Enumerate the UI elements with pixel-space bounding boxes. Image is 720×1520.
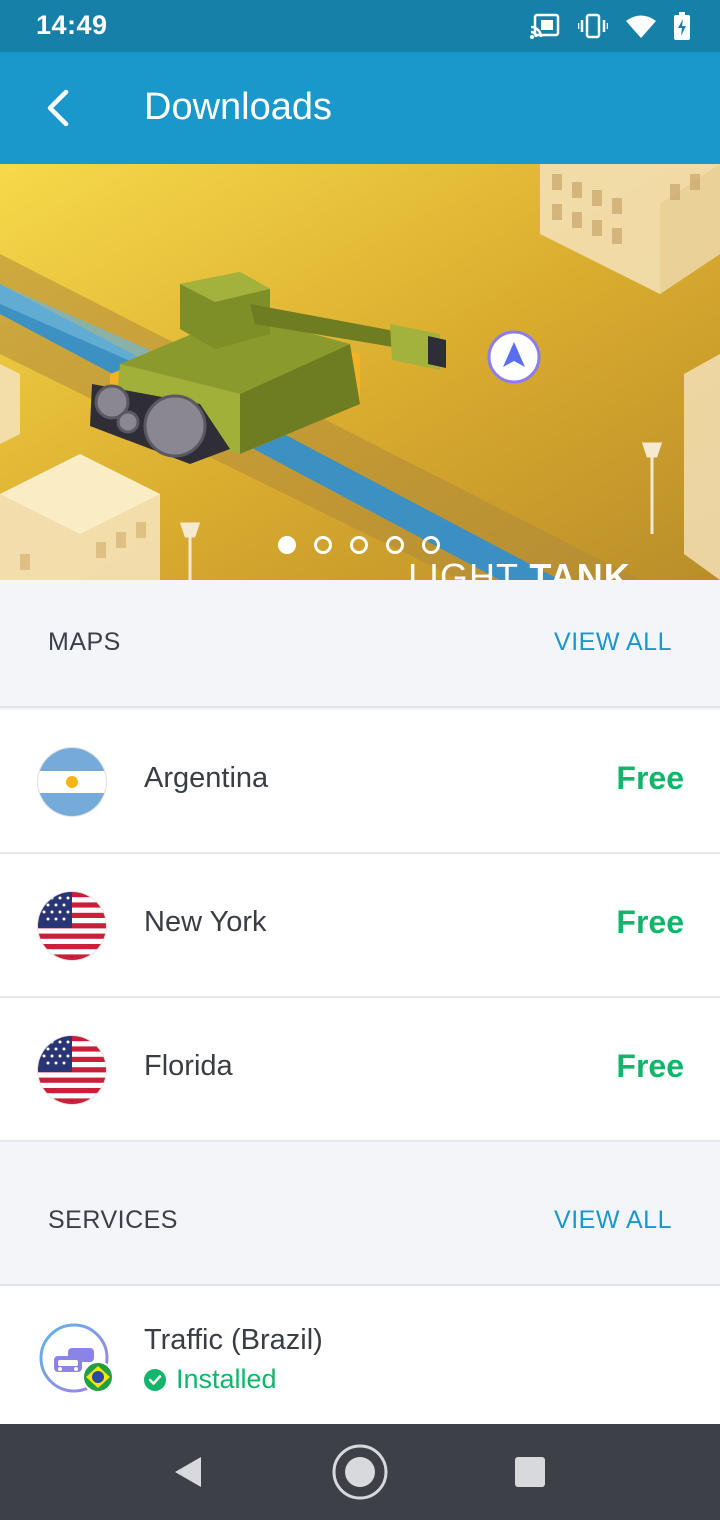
- map-item-new-york[interactable]: New York Free: [0, 854, 720, 998]
- status-time: 14:49: [36, 10, 108, 40]
- services-header-label: SERVICES: [48, 1206, 178, 1234]
- carousel-dot[interactable]: [278, 536, 296, 554]
- promo-banner[interactable]: LIGHT TANK: [0, 164, 720, 580]
- map-item-argentina[interactable]: Argentina Free: [0, 710, 720, 854]
- system-nav-bar: [0, 1424, 720, 1520]
- back-arrow-icon: [47, 90, 69, 126]
- nav-home-button[interactable]: [330, 1442, 390, 1502]
- banner-title-light: LIGHT: [408, 556, 519, 580]
- back-button[interactable]: [30, 80, 86, 136]
- page-title: Downloads: [144, 86, 332, 128]
- maps-header-label: MAPS: [48, 628, 121, 656]
- map-item-florida[interactable]: Florida Free: [0, 998, 720, 1142]
- argentina-flag-icon: [38, 748, 106, 816]
- status-bar: 14:49: [0, 0, 720, 52]
- map-item-price[interactable]: Free: [616, 904, 684, 941]
- nav-recents-button[interactable]: [500, 1442, 560, 1502]
- service-item-name: Traffic (Brazil): [144, 1324, 323, 1356]
- carousel-indicator: [278, 536, 440, 554]
- home-circle-icon: [332, 1444, 388, 1500]
- maps-view-all-link[interactable]: VIEW ALL: [554, 628, 672, 657]
- check-circle-icon: [144, 1368, 166, 1391]
- services-view-all-link[interactable]: VIEW ALL: [554, 1206, 672, 1235]
- app-bar: Downloads: [0, 52, 720, 164]
- banner-illustration: [0, 164, 720, 580]
- vibrate-icon: [578, 13, 608, 39]
- installed-status: Installed: [144, 1364, 277, 1395]
- carousel-dot[interactable]: [422, 536, 440, 554]
- back-triangle-icon: [175, 1457, 201, 1487]
- installed-label: Installed: [176, 1364, 277, 1394]
- battery-charging-icon: [674, 12, 690, 40]
- map-item-name: New York: [144, 906, 267, 938]
- carousel-dot[interactable]: [386, 536, 404, 554]
- nav-back-button[interactable]: [158, 1442, 218, 1502]
- map-item-name: Florida: [144, 1050, 233, 1082]
- map-item-name: Argentina: [144, 762, 269, 794]
- map-item-price[interactable]: Free: [616, 1048, 684, 1085]
- recents-square-icon: [515, 1457, 545, 1487]
- banner-title: LIGHT TANK: [408, 556, 631, 580]
- traffic-cars-icon: [38, 1322, 114, 1394]
- brazil-flag-icon: [82, 1361, 114, 1393]
- map-item-price[interactable]: Free: [616, 760, 684, 797]
- status-icons: [530, 10, 690, 42]
- usa-flag-icon: [38, 1036, 106, 1104]
- usa-flag-icon: [38, 892, 106, 960]
- carousel-dot[interactable]: [314, 536, 332, 554]
- wifi-icon: [626, 15, 656, 38]
- banner-title-tank: TANK: [529, 556, 631, 580]
- service-item-traffic-brazil[interactable]: Traffic (Brazil) Installed: [0, 1286, 720, 1424]
- carousel-dot[interactable]: [350, 536, 368, 554]
- cast-icon: [530, 13, 560, 39]
- maps-section-header: MAPS VIEW ALL: [0, 580, 720, 708]
- services-section-header: SERVICES VIEW ALL: [0, 1142, 720, 1286]
